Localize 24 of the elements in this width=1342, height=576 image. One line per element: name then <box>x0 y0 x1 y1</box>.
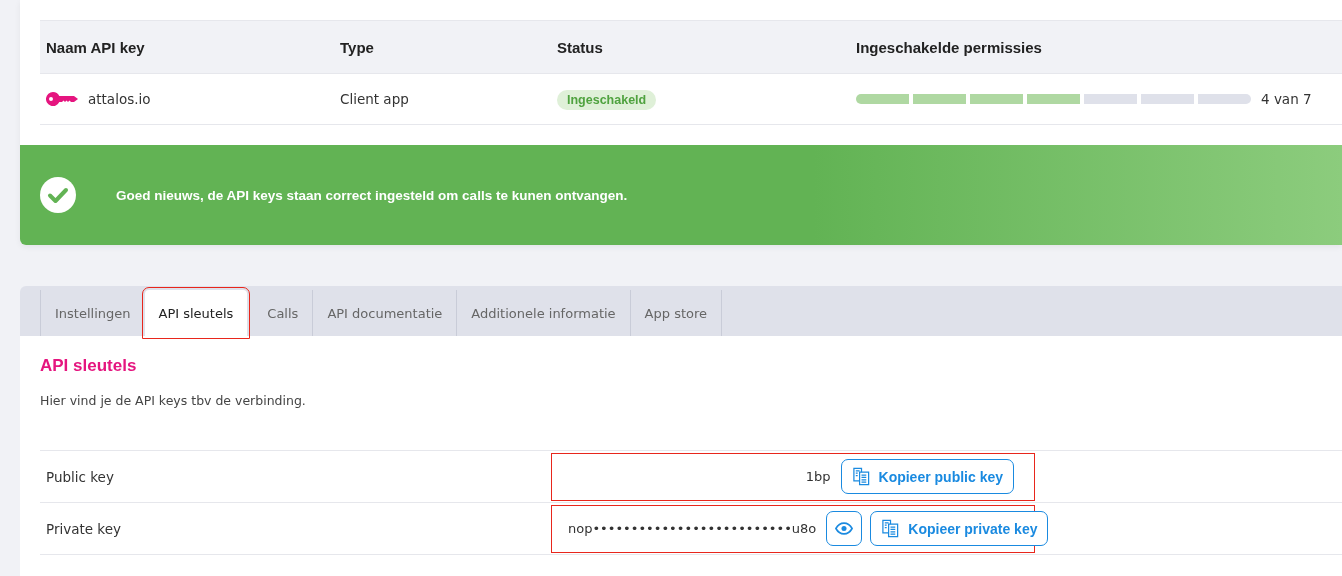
key-value: 1bp <box>805 469 831 484</box>
key-label: Public key <box>45 468 115 485</box>
check-icon <box>40 177 76 213</box>
permission-count: 4 van 7 <box>1261 91 1312 107</box>
column-header: Naam API key <box>45 38 146 56</box>
key-value: nop••••••••••••••••••••••••••u8o <box>568 521 817 536</box>
section-description: Hier vind je de API keys tbv de verbinding. <box>40 393 307 408</box>
copy-button[interactable]: Kopieer public key <box>840 459 1014 494</box>
status-badge: Ingeschakeld <box>557 90 657 110</box>
table-cell: attalos.io <box>88 91 151 107</box>
table-cell-text: Client app <box>339 91 410 107</box>
eye-icon <box>835 522 854 535</box>
tab[interactable]: API sleutels <box>144 290 248 336</box>
column-header: Type <box>339 38 375 56</box>
section-title: API sleutels <box>40 356 138 376</box>
copy-icon <box>881 519 901 538</box>
show-key-button[interactable] <box>826 511 863 546</box>
copy-button[interactable]: Kopieer private key <box>870 511 1049 546</box>
key-icon <box>46 92 78 106</box>
column-header: Status <box>556 38 604 56</box>
copy-icon <box>851 467 871 486</box>
key-label: Private key <box>45 520 122 537</box>
column-header: Ingeschakelde permissies <box>855 38 1043 56</box>
banner-message: Goed nieuws, de API keys staan correct ingesteld om calls te kunen ontvangen. <box>116 187 628 203</box>
